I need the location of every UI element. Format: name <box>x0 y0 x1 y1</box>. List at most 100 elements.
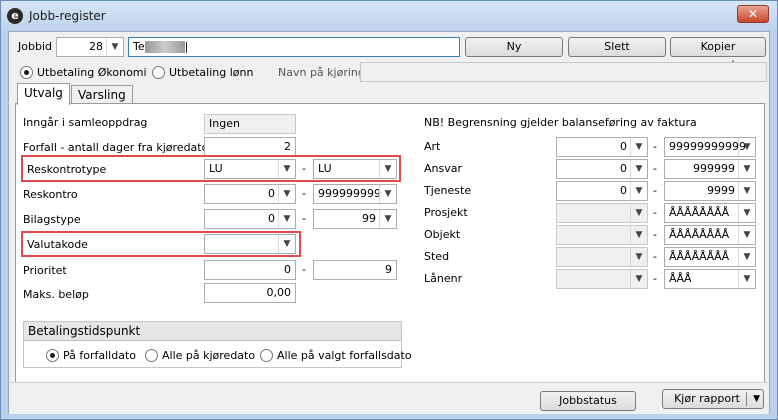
forfall-input[interactable]: 2 <box>204 137 296 157</box>
client-area: Jobbid 28 ▼ Te | Ny Slett Kopier parametr… <box>8 31 770 414</box>
jobb-register-window: e Jobb-register ✕ Jobbid 28 ▼ Te | Ny Sle… <box>0 0 778 420</box>
chevron-down-icon[interactable]: ▼ <box>379 160 396 178</box>
radio-alle-pa-kjoredato-label: Alle på kjøredato <box>162 349 256 362</box>
dimension-to-value: ÅÅÅÅÅÅÅÅ <box>669 206 730 219</box>
dimension-from-combo[interactable]: ▼ <box>556 269 648 289</box>
dimension-label: Ansvar <box>424 162 463 175</box>
reskontrotype-to-value: LU <box>318 162 332 175</box>
bilagstype-label: Bilagstype <box>23 213 81 226</box>
chevron-down-icon[interactable]: ▼ <box>278 185 295 203</box>
dimension-to-combo[interactable]: ÅÅÅ ▼ <box>664 269 756 289</box>
reskontrotype-to-combo[interactable]: LU ▼ <box>313 159 397 179</box>
chevron-down-icon[interactable]: ▼ <box>738 270 755 288</box>
chevron-down-icon[interactable]: ▼ <box>738 226 755 244</box>
jobbid-value: 28 <box>89 40 103 53</box>
range-dash: - <box>653 162 657 175</box>
dimension-from-combo[interactable]: ▼ <box>556 225 648 245</box>
dimension-from-combo[interactable]: 0 ▼ <box>556 181 648 201</box>
dimension-label: Tjeneste <box>424 184 472 197</box>
samleoppdrag-field: Ingen <box>204 114 296 134</box>
radio-utbetaling-lonn[interactable] <box>152 66 165 79</box>
slett-button[interactable]: Slett <box>568 37 666 57</box>
chevron-down-icon[interactable]: ▼ <box>278 160 295 178</box>
run-name-input[interactable] <box>360 62 767 82</box>
dimension-from-value: 0 <box>620 184 627 197</box>
close-button[interactable]: ✕ <box>737 5 769 23</box>
chevron-down-icon[interactable]: ▼ <box>630 182 647 200</box>
chevron-down-icon[interactable]: ▼ <box>753 390 760 408</box>
chevron-down-icon[interactable]: ▼ <box>630 248 647 266</box>
job-name-input[interactable]: Te | <box>128 37 460 57</box>
dimension-to-combo[interactable]: ÅÅÅÅÅÅÅÅ ▼ <box>664 225 756 245</box>
chevron-down-icon[interactable]: ▼ <box>630 204 647 222</box>
reskontrotype-from-combo[interactable]: LU ▼ <box>204 159 296 179</box>
valutakode-combo[interactable]: ▼ <box>204 234 296 254</box>
range-dash: - <box>653 228 657 241</box>
dimension-label: Objekt <box>424 228 461 241</box>
radio-utbetaling-okonomi[interactable] <box>20 66 33 79</box>
chevron-down-icon[interactable]: ▼ <box>738 182 755 200</box>
dimension-to-value: 9999 <box>707 184 735 197</box>
radio-pa-forfalldato-label: På forfalldato <box>63 349 136 362</box>
chevron-down-icon[interactable]: ▼ <box>630 226 647 244</box>
bilagstype-from-combo[interactable]: 0 ▼ <box>204 209 296 229</box>
chevron-down-icon[interactable]: ▼ <box>278 210 295 228</box>
reskontro-from-value: 0 <box>268 187 275 200</box>
range-dash: - <box>302 187 306 200</box>
reskontro-to-combo[interactable]: 999999999 ▼ <box>313 184 397 204</box>
kopier-parametre-button[interactable]: Kopier parametre <box>670 37 766 71</box>
radio-alle-pa-kjoredato[interactable] <box>145 349 158 362</box>
dimension-to-combo[interactable]: 9999 ▼ <box>664 181 756 201</box>
chevron-down-icon[interactable]: ▼ <box>738 138 755 156</box>
dimension-to-value: ÅÅÅÅÅÅÅÅ <box>669 250 730 263</box>
reskontrotype-label: Reskontrotype <box>27 163 107 176</box>
maks-belop-input[interactable]: 0,00 <box>204 283 296 303</box>
dimension-from-value: 0 <box>620 140 627 153</box>
dimension-from-combo[interactable]: ▼ <box>556 247 648 267</box>
radio-alle-pa-valgt-forfallsdato[interactable] <box>260 349 273 362</box>
tab-varsling[interactable]: Varsling <box>71 85 133 105</box>
reskontrotype-from-value: LU <box>209 162 223 175</box>
prioritet-label: Prioritet <box>23 264 67 277</box>
dimension-from-combo[interactable]: 0 ▼ <box>556 137 648 157</box>
prioritet-from-input[interactable]: 0 <box>204 260 296 280</box>
chevron-down-icon[interactable]: ▼ <box>738 204 755 222</box>
kjor-rapport-button[interactable]: Kjør rapport ▼ <box>662 389 764 409</box>
chevron-down-icon[interactable]: ▼ <box>738 248 755 266</box>
text-cursor: | <box>184 40 189 53</box>
radio-pa-forfalldato[interactable] <box>46 349 59 362</box>
range-dash: - <box>302 212 306 225</box>
title-bar[interactable]: e Jobb-register ✕ <box>1 1 777 31</box>
dimension-to-value: 99999999999 <box>669 140 746 153</box>
dimension-label: Sted <box>424 250 450 263</box>
bilagstype-to-combo[interactable]: 99 ▼ <box>313 209 397 229</box>
dimension-to-combo[interactable]: ÅÅÅÅÅÅÅÅ ▼ <box>664 203 756 223</box>
ny-button[interactable]: Ny <box>465 37 563 57</box>
dimension-to-value: 999999 <box>693 162 735 175</box>
chevron-down-icon[interactable]: ▼ <box>630 138 647 156</box>
jobbid-combo[interactable]: 28 ▼ <box>56 37 124 57</box>
window-title: Jobb-register <box>29 9 106 23</box>
maks-belop-label: Maks. beløp <box>23 288 89 301</box>
chevron-down-icon[interactable]: ▼ <box>738 160 755 178</box>
dimension-from-combo[interactable]: 0 ▼ <box>556 159 648 179</box>
chevron-down-icon[interactable]: ▼ <box>278 235 295 253</box>
chevron-down-icon[interactable]: ▼ <box>106 38 123 56</box>
chevron-down-icon[interactable]: ▼ <box>379 210 396 228</box>
range-dash: - <box>302 162 306 175</box>
app-logo-icon: e <box>7 8 23 24</box>
chevron-down-icon[interactable]: ▼ <box>630 270 647 288</box>
reskontro-from-combo[interactable]: 0 ▼ <box>204 184 296 204</box>
reskontro-to-value: 999999999 <box>318 187 381 200</box>
dimension-from-combo[interactable]: ▼ <box>556 203 648 223</box>
kjor-rapport-label: Kjør rapport <box>674 392 740 405</box>
prioritet-to-input[interactable]: 9 <box>313 260 397 280</box>
range-dash: - <box>653 140 657 153</box>
chevron-down-icon[interactable]: ▼ <box>630 160 647 178</box>
tab-utvalg[interactable]: Utvalg <box>17 83 70 105</box>
dimension-to-combo[interactable]: 999999 ▼ <box>664 159 756 179</box>
dimension-to-combo[interactable]: ÅÅÅÅÅÅÅÅ ▼ <box>664 247 756 267</box>
chevron-down-icon[interactable]: ▼ <box>379 185 396 203</box>
dimension-to-combo[interactable]: 99999999999 ▼ <box>664 137 756 157</box>
jobbstatus-button[interactable]: Jobbstatus <box>540 391 636 411</box>
